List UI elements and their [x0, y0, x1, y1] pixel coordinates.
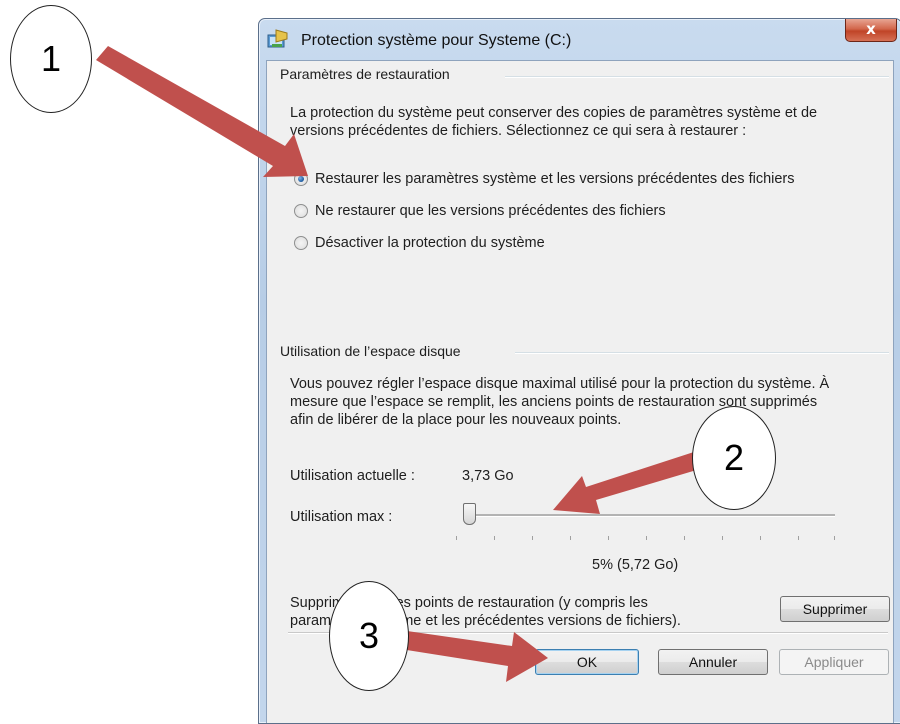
- radio-restore-files-only[interactable]: Ne restaurer que les versions précédente…: [294, 202, 666, 220]
- radio-button[interactable]: [294, 236, 308, 250]
- max-usage-label: Utilisation max :: [290, 509, 393, 525]
- restore-group-title: Paramètres de restauration: [280, 66, 456, 82]
- slider-tick: [456, 536, 457, 540]
- slider-tick: [760, 536, 761, 540]
- radio-button[interactable]: [294, 204, 308, 218]
- max-usage-slider-track[interactable]: [467, 514, 835, 517]
- system-protection-icon: [267, 29, 288, 48]
- disk-group-line: [515, 352, 889, 354]
- slider-tick: [646, 536, 647, 540]
- disk-group-title: Utilisation de l’espace disque: [280, 343, 467, 359]
- restore-description-line2: versions précédentes de fichiers. Sélect…: [290, 123, 747, 139]
- callout-3: 3: [329, 581, 409, 691]
- disk-description-line1: Vous pouvez régler l’espace disque maxim…: [290, 376, 830, 392]
- slider-tick: [834, 536, 835, 540]
- radio-disable-protection[interactable]: Désactiver la protection du système: [294, 234, 545, 252]
- slider-tick: [722, 536, 723, 540]
- max-usage-slider-thumb[interactable]: [463, 503, 476, 525]
- slider-tick: [570, 536, 571, 540]
- window-title: Protection système pour Systeme (C:): [301, 32, 572, 49]
- slider-tick: [532, 536, 533, 540]
- slider-tick: [798, 536, 799, 540]
- radio-disable-protection-label: Désactiver la protection du système: [315, 235, 545, 251]
- delete-button[interactable]: Supprimer: [780, 596, 890, 622]
- callout-1: 1: [10, 5, 92, 113]
- radio-restore-all-label: Restaurer les paramètres système et les …: [315, 171, 795, 187]
- current-usage-label: Utilisation actuelle :: [290, 468, 415, 484]
- title-bar[interactable]: Protection système pour Systeme (C:) x: [259, 19, 900, 61]
- slider-tick: [494, 536, 495, 540]
- ok-button[interactable]: OK: [535, 649, 639, 675]
- current-usage-value: 3,73 Go: [462, 468, 514, 484]
- cancel-button[interactable]: Annuler: [658, 649, 768, 675]
- slider-tick: [684, 536, 685, 540]
- callout-2: 2: [692, 406, 776, 510]
- slider-tick: [608, 536, 609, 540]
- radio-button-checked[interactable]: [294, 172, 308, 186]
- apply-button: Appliquer: [779, 649, 889, 675]
- radio-restore-files-only-label: Ne restaurer que les versions précédente…: [315, 203, 666, 219]
- radio-restore-all[interactable]: Restaurer les paramètres système et les …: [294, 170, 795, 188]
- restore-description-line1: La protection du système peut conserver …: [290, 105, 818, 121]
- close-button[interactable]: x: [845, 19, 897, 42]
- disk-description-line3: afin de libérer de la place pour les nou…: [290, 412, 622, 428]
- restore-group-line: [505, 76, 889, 78]
- max-usage-value: 5% (5,72 Go): [592, 557, 679, 573]
